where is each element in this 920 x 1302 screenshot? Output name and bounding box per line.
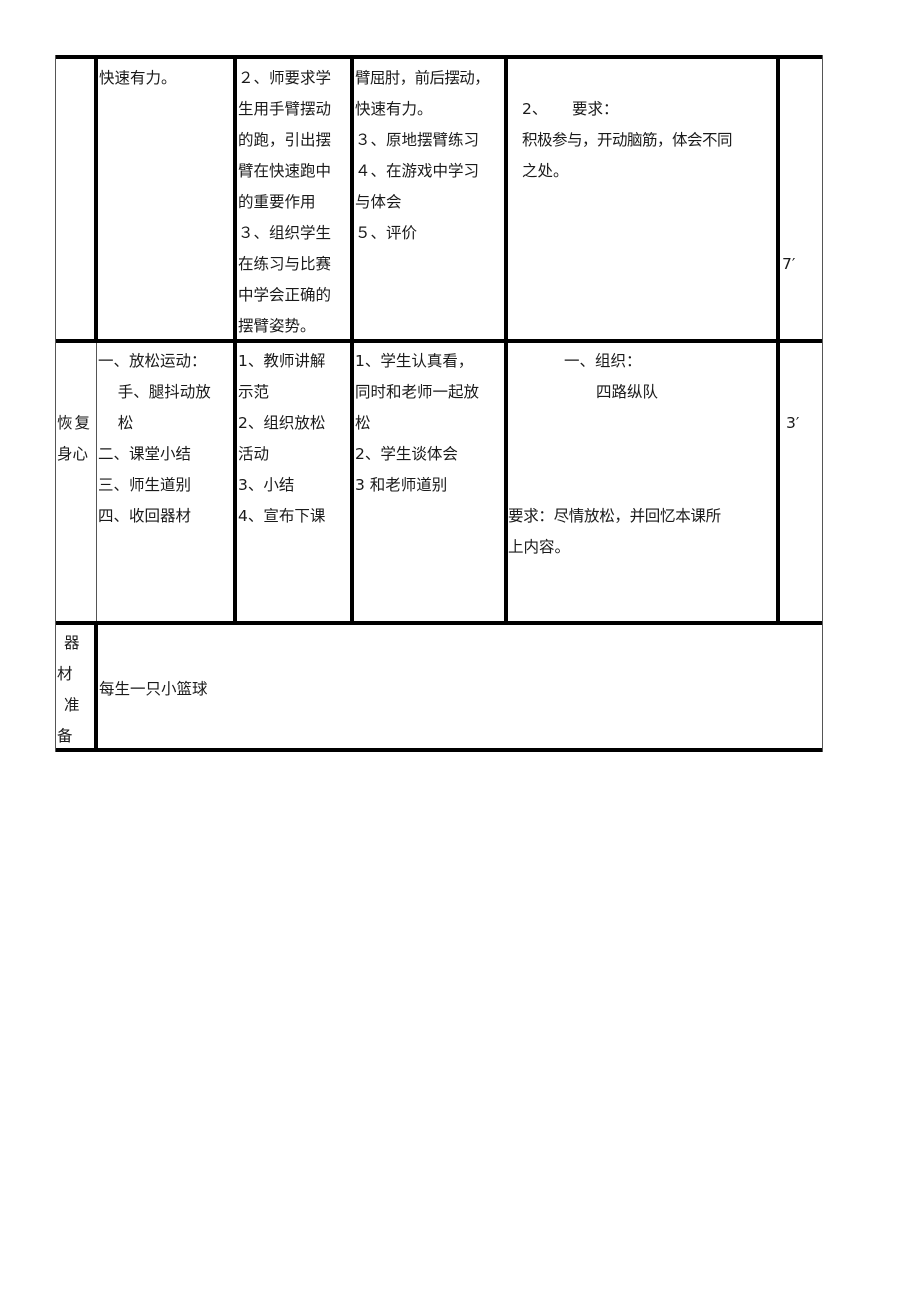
row1-teacher-line: ３、组织学生 [238, 224, 332, 242]
col5-divider [776, 59, 780, 621]
row1-content-line: 快速有力。 [99, 69, 177, 87]
row2-content-line: 三、师生道别 [98, 476, 192, 494]
row2-time: 3′ [786, 414, 800, 432]
col2-divider [233, 59, 237, 621]
row2-student-line: 3 和老师道别 [355, 476, 448, 494]
table-top-border [55, 55, 823, 59]
row1-teacher-line: 的重要作用 [238, 193, 316, 211]
row2-organization-line: 要求：尽情放松，并回忆本课所 [508, 507, 721, 525]
row2-teacher-line: 示范 [238, 383, 270, 401]
section-label-line: 身心 [57, 445, 89, 463]
equipment-label-char: 备 [57, 727, 73, 745]
row1-teacher-line: 在练习与比赛 [238, 255, 332, 273]
row2-teacher-line: 2、组织放松 [238, 414, 326, 432]
row1-student-line: ３、原地摆臂练习 [355, 131, 480, 149]
row2-teacher-line: 1、教师讲解 [238, 352, 326, 370]
row1-organization-line: 2、 要求： [522, 100, 619, 118]
equipment-label-char: 准 [64, 696, 80, 714]
table-left-border [55, 55, 56, 752]
row1-teacher-line: 中学会正确的 [238, 286, 332, 304]
row2-teacher-line: 3、小结 [238, 476, 295, 494]
row2-content-line: 四、收回器材 [98, 507, 192, 525]
row2-organization-line: 一、组织： [564, 352, 642, 370]
row2-content-line: 一、放松运动： [98, 352, 207, 370]
row1-student-line: 快速有力。 [355, 100, 433, 118]
row1-student-line: ４、在游戏中学习 [355, 162, 480, 180]
row1-teacher-line: 臂在快速跑中 [238, 162, 332, 180]
row1-student-line: ５、评价 [355, 224, 418, 242]
equipment-label-char: 器 [64, 634, 80, 652]
row1-bottom-border [55, 339, 823, 343]
row1-teacher-line: 摆臂姿势。 [238, 317, 316, 335]
row2-content-line: 手、腿抖动放 [98, 383, 211, 401]
row3-equipment-content: 每生一只小篮球 [99, 680, 208, 698]
row1-student-line: 与体会 [355, 193, 402, 211]
row1-organization-line: 之处。 [522, 162, 569, 180]
table-right-border [822, 55, 823, 752]
equipment-label-char: 材 [57, 665, 73, 683]
row2-teacher-line: 4、宣布下课 [238, 507, 326, 525]
col1-divider-row1 [94, 59, 98, 339]
row1-teacher-line: 生用手臂摆动 [238, 100, 332, 118]
row2-organization-line: 四路纵队 [596, 383, 659, 401]
row1-time: 7′ [782, 255, 796, 273]
section-label-line: 恢复 [57, 414, 93, 432]
row1-student-line: 臂屈肘，前后摆动， [355, 69, 490, 87]
table-bottom-border [55, 748, 823, 752]
row2-student-line: 2、学生谈体会 [355, 445, 458, 463]
row2-bottom-border [55, 621, 823, 625]
col1-divider-row3 [94, 625, 98, 748]
row2-content-line: 松 [98, 414, 134, 432]
row1-teacher-line: ２、师要求学 [238, 69, 332, 87]
row2-student-line: 1、学生认真看， [355, 352, 474, 370]
row2-teacher-line: 活动 [238, 445, 270, 463]
row1-teacher-line: 的跑，引出摆 [238, 131, 332, 149]
col3-divider [350, 59, 354, 621]
row1-organization-line: 积极参与，开动脑筋，体会不同 [522, 131, 733, 149]
col1-divider-row2 [96, 343, 97, 621]
row2-content-line: 二、课堂小结 [98, 445, 192, 463]
row2-organization-line: 上内容。 [508, 538, 571, 556]
row2-student-line: 同时和老师一起放 [355, 383, 480, 401]
row2-student-line: 松 [355, 414, 371, 432]
